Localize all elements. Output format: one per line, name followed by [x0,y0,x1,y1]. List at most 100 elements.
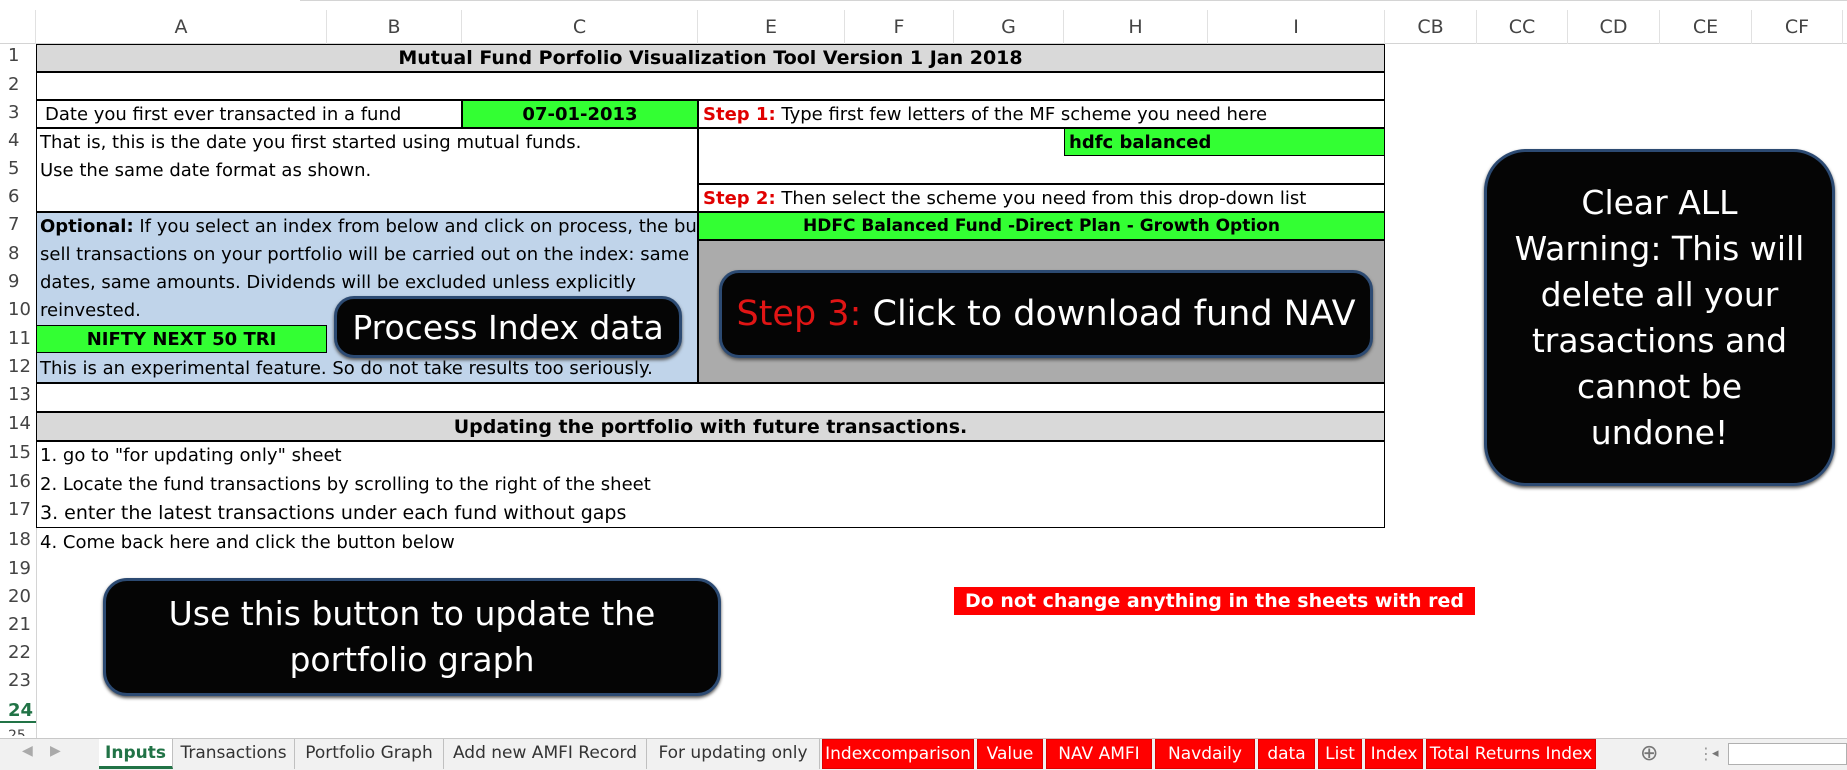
column-header-g[interactable]: G [954,10,1064,44]
row-header[interactable]: 22 [0,642,36,663]
scheme-dropdown[interactable]: HDFC Balanced Fund -Direct Plan - Growth… [698,212,1385,240]
clear-all-line1: Clear ALL [1581,182,1738,222]
column-header-cf[interactable]: CF [1752,10,1843,44]
update-graph-button[interactable]: Use this button to update the portfolio … [103,578,721,696]
tab-portfolio-graph[interactable]: Portfolio Graph [295,739,444,769]
optional-label: Optional: [40,216,134,237]
row-header[interactable]: 15 [0,442,36,463]
clear-all-button[interactable]: Clear ALL Warning: This will delete all … [1484,149,1835,486]
tab-inputs[interactable]: Inputs [99,739,173,769]
row-header[interactable]: 17 [0,499,36,520]
row-header[interactable]: 7 [0,214,36,235]
download-nav-button[interactable]: Step 3: Click to download fund NAV [719,270,1373,358]
row-header[interactable]: 18 [0,529,36,550]
spreadsheet-window: A B C E F G H I CB CC CD CE CF 1 2 3 4 5… [0,0,1847,770]
tab-data[interactable]: data [1258,739,1315,769]
column-header-e[interactable]: E [698,10,845,44]
formula-bar-edge [0,0,1847,10]
row-header[interactable]: 25 [0,728,36,736]
row-header[interactable]: 16 [0,471,36,492]
row-header[interactable]: 2 [0,74,36,95]
column-header-cb[interactable]: CB [1385,10,1477,44]
column-header-c[interactable]: C [462,10,698,44]
clear-all-line2: Warning: This will [1514,228,1805,268]
column-header-f[interactable]: F [845,10,954,44]
scroll-left-arrow-icon[interactable]: ◂ [1712,746,1719,761]
scheme-search-input[interactable]: hdfc balanced [1064,128,1385,156]
tab-value[interactable]: Value [977,739,1043,769]
row-header[interactable]: 12 [0,356,36,377]
row-header[interactable]: 21 [0,614,36,635]
red-tabs-warning: Do not change anything in the sheets wit… [954,587,1475,640]
update-step-4: 4. Come back here and click the button b… [40,532,455,553]
blank-row [36,383,1385,412]
row-header[interactable]: 3 [0,102,36,123]
row-header[interactable]: 13 [0,384,36,405]
tab-total-returns-index[interactable]: Total Returns Index [1426,739,1596,769]
clear-all-line6: undone! [1590,412,1729,452]
tab-add-new-amfi-record[interactable]: Add new AMFI Record [444,739,647,769]
tab-list[interactable]: List [1318,739,1362,769]
tab-for-updating-only[interactable]: For updating only [647,739,820,769]
process-index-button[interactable]: Process Index data [334,296,682,358]
download-nav-label: Click to download fund NAV [861,294,1356,334]
row-header[interactable]: 9 [0,271,36,292]
optional-text-4: reinvested. [40,300,141,321]
update-graph-line1: Use this button to update the [168,594,656,633]
column-header-i[interactable]: I [1208,10,1385,44]
tab-transactions[interactable]: Transactions [173,739,295,769]
row-header-active[interactable]: 24 [0,700,36,723]
column-header-cc[interactable]: CC [1477,10,1568,44]
row-header[interactable]: 6 [0,186,36,207]
row-header[interactable]: 1 [0,45,36,66]
process-index-label: Process Index data [352,307,664,347]
horizontal-scrollbar[interactable] [1728,743,1847,765]
date-note-1: That is, this is the date you first star… [40,132,582,153]
column-header-b[interactable]: B [327,10,462,44]
row-header[interactable]: 19 [0,558,36,579]
row-header[interactable]: 11 [0,328,36,349]
row-header[interactable]: 4 [0,130,36,151]
column-header-cd[interactable]: CD [1568,10,1660,44]
clear-all-line4: trasactions and [1531,320,1788,360]
tab-nav-amfi[interactable]: NAV AMFI [1046,739,1152,769]
optional-text-2: sell transactions on your portfolio will… [40,244,690,265]
step2-label: Step 2: [703,188,776,209]
tab-scroll-left-icon[interactable]: ◀ [22,743,33,759]
update-graph-line2: portfolio graph [289,640,535,679]
select-all-corner[interactable] [0,10,36,44]
step1-text: Type first few letters of the MF scheme … [775,104,1268,125]
row-header[interactable]: 10 [0,299,36,320]
optional-text-3: dates, same amounts. Dividends will be e… [40,272,636,293]
tab-indexcomparison[interactable]: Indexcomparison [822,739,974,769]
tab-index[interactable]: Index [1365,739,1423,769]
column-headers: A B C E F G H I CB CC CD CE CF [0,10,1847,44]
step2-instruction: Step 2: Then select the scheme you need … [698,184,1385,212]
clear-all-line5: cannot be [1576,366,1743,406]
date-note-2: Use the same date format as shown. [40,160,372,181]
row-header[interactable]: 8 [0,243,36,264]
row-header[interactable]: 20 [0,586,36,607]
blank-row [36,72,1385,100]
index-select[interactable]: NIFTY NEXT 50 TRI [36,325,327,353]
optional-text-1: Optional: If you select an index from be… [40,214,747,240]
update-step-1: 1. go to "for updating only" sheet [40,445,342,466]
experimental-note: This is an experimental feature. So do n… [40,358,653,379]
row-header[interactable]: 14 [0,413,36,434]
add-sheet-icon[interactable]: ⊕ [1640,741,1658,766]
step1-instruction: Step 1: Type first few letters of the MF… [698,100,1385,128]
download-step-label: Step 3: [736,294,862,334]
column-header-a[interactable]: A [36,10,327,44]
clear-all-line3: delete all your [1540,274,1779,314]
update-step-3: 3. enter the latest transactions under e… [40,502,627,524]
first-date-input[interactable]: 07-01-2013 [462,100,698,128]
column-header-ce[interactable]: CE [1660,10,1752,44]
column-header-h[interactable]: H [1064,10,1208,44]
sheet-tab-bar: ◀ ▶ Inputs Transactions Portfolio Graph … [0,738,1847,770]
first-date-label: Date you first ever transacted in a fund [36,100,462,128]
step1-label: Step 1: [703,104,776,125]
tab-scroll-right-icon[interactable]: ▶ [50,743,61,759]
tab-navdaily[interactable]: Navdaily [1155,739,1255,769]
row-header[interactable]: 5 [0,158,36,179]
row-header[interactable]: 23 [0,670,36,691]
